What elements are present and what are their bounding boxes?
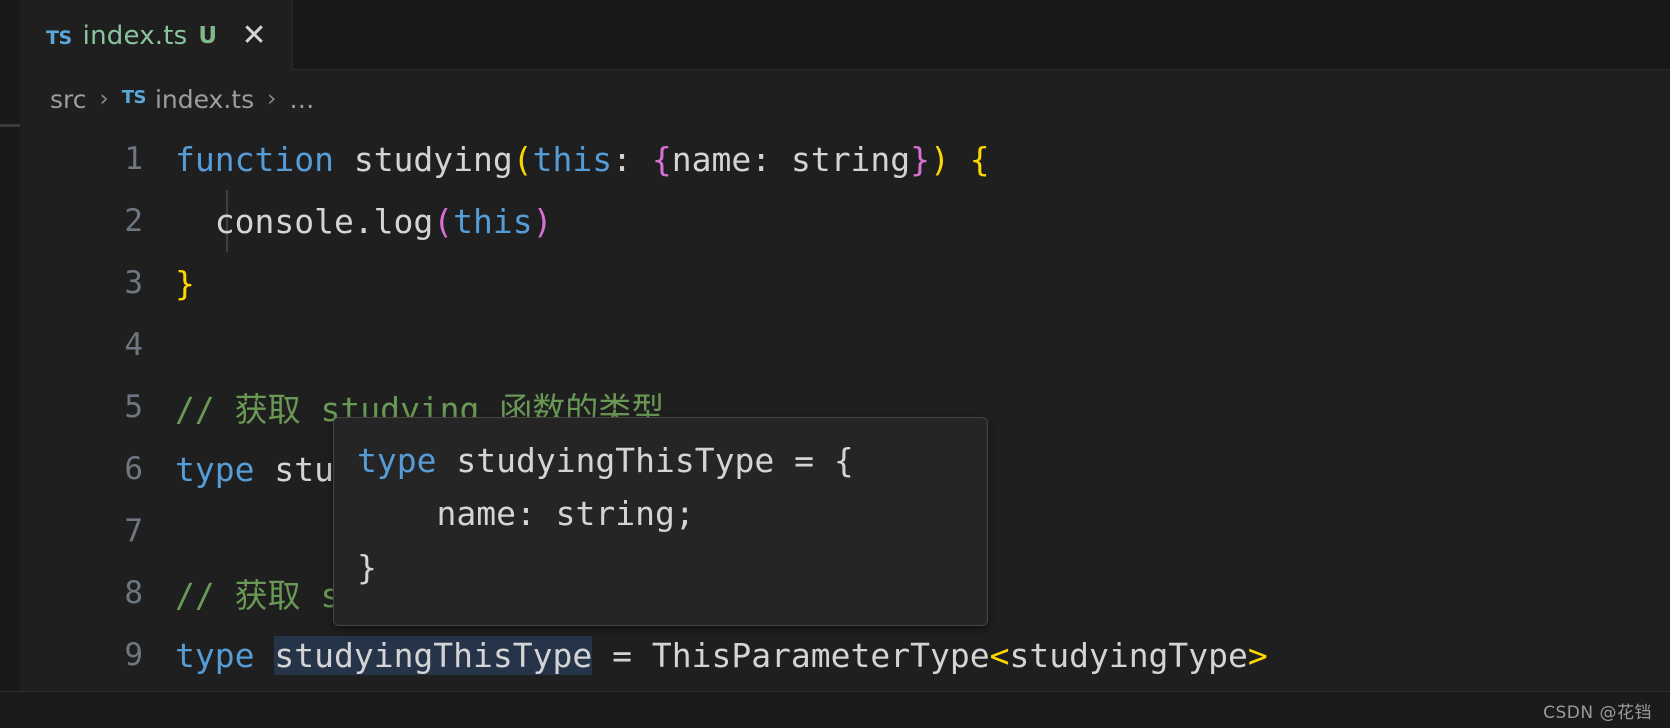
line-content: console.log(this)	[175, 201, 553, 241]
code-line: 4	[20, 314, 1670, 376]
chevron-right-icon: ›	[99, 86, 109, 112]
tooltip-line: name: string;	[357, 494, 695, 534]
tab-status-badge: U	[198, 22, 218, 49]
tab-title: index.ts	[82, 20, 188, 51]
line-number: 5	[124, 389, 143, 425]
breadcrumb: src › TS index.ts › …	[20, 70, 1670, 128]
vscode-editor-window: TS index.ts U ✕ src › TS index.ts › … 1 …	[0, 0, 1670, 728]
line-number: 7	[124, 513, 143, 549]
chevron-right-icon: ›	[267, 86, 277, 112]
typescript-file-icon: TS	[46, 26, 72, 49]
typescript-file-icon: TS	[121, 86, 147, 108]
tooltip-line: }	[357, 547, 377, 587]
hover-tooltip: type studyingThisType = { name: string; …	[333, 417, 988, 626]
watermark-text: CSDN @花铛	[1543, 702, 1652, 723]
line-content: function studying(this: {name: string}) …	[175, 139, 990, 179]
tooltip-line: type studyingThisType = {	[334, 434, 987, 487]
tooltip-line1-rest: studyingThisType = {	[436, 441, 854, 480]
code-line: 9 type studyingThisType = ThisParameterT…	[20, 624, 1670, 686]
line-number: 8	[124, 575, 143, 611]
breadcrumb-item-symbols[interactable]: …	[289, 85, 314, 114]
line-number: 3	[124, 265, 143, 301]
selected-text: studyingThisType	[274, 635, 593, 675]
line-content: }	[175, 263, 195, 303]
line-number: 6	[124, 451, 143, 487]
tab-index-ts[interactable]: TS index.ts U ✕	[20, 0, 294, 70]
activity-bar-marker	[0, 124, 20, 127]
tooltip-keyword: type	[357, 441, 437, 480]
close-icon[interactable]: ✕	[238, 20, 270, 52]
breadcrumb-item-index-ts[interactable]: index.ts	[155, 85, 254, 114]
code-line: 3 }	[20, 252, 1670, 314]
watermark-bar: CSDN @花铛	[0, 691, 1670, 728]
line-number: 2	[124, 203, 143, 239]
line-content: type studyingThisType = ThisParameterTyp…	[175, 635, 1268, 675]
code-line: 1 function studying(this: {name: string}…	[20, 128, 1670, 190]
line-number: 1	[124, 141, 143, 177]
activity-bar-edge	[0, 0, 20, 728]
line-number: 4	[124, 327, 143, 363]
code-line: 2 console.log(this)	[20, 190, 1670, 252]
breadcrumb-item-src[interactable]: src	[50, 85, 87, 114]
editor-tab-bar: TS index.ts U ✕	[20, 0, 1670, 70]
line-number: 9	[124, 637, 143, 673]
